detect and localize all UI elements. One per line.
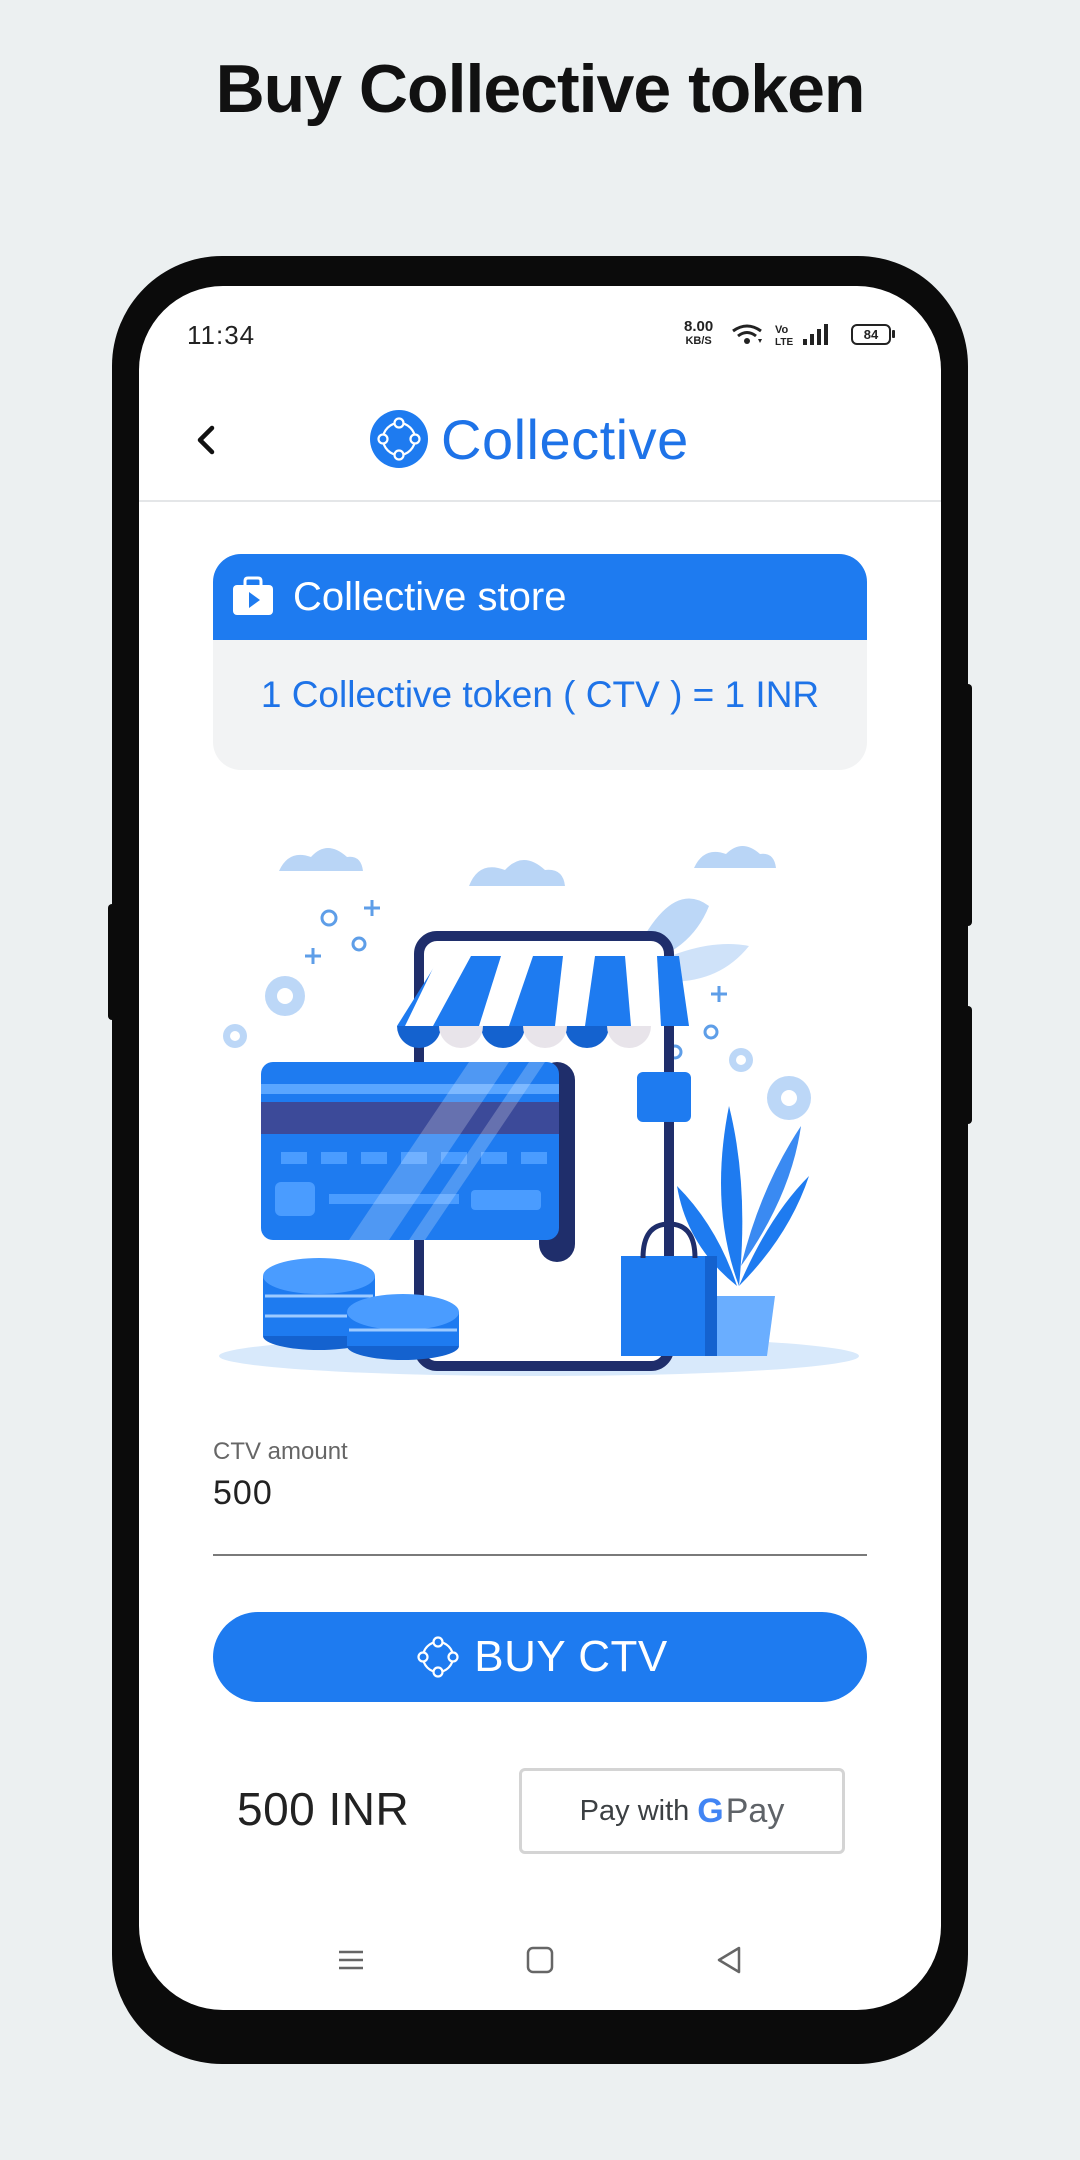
price-text: 500 INR [237,1783,410,1835]
brand-name: Collective [441,407,689,471]
system-nav-bar [139,1930,941,1990]
status-icons: Vo LTE [732,324,828,348]
signal-icon [803,324,828,345]
network-speed: 8.00 KB/S [684,318,714,348]
back-icon[interactable] [709,1940,749,1980]
collective-logo-icon [417,1636,459,1678]
phone-side-button-right-top [962,684,972,926]
status-bar: 11:34 8.00 KB/S Vo LTE 84 [139,286,941,372]
google-pay-button[interactable]: Pay with G Pay [519,1768,845,1854]
battery-tip [892,330,895,338]
exchange-rate: 1 Collective token ( CTV ) = 1 INR [260,674,820,715]
online-store-illustration [219,846,859,1376]
svg-text:LTE: LTE [775,337,793,348]
google-g-icon: G [697,1792,724,1830]
gpay-suffix: Pay [725,1791,785,1830]
network-speed-value: 8.00 [684,318,714,335]
store-title: Collective store [293,574,567,619]
app-bar: Collective [139,382,941,502]
store-card-header: Collective store [213,554,867,640]
battery-icon: 84 [851,324,891,345]
volte-icon: Vo LTE [775,324,793,348]
collective-logo-icon [370,410,428,468]
menu-icon[interactable] [331,1940,371,1980]
store-bag-icon [233,576,273,615]
gpay-prefix: Pay with [579,1794,690,1827]
promo-title: Buy Collective token [215,51,866,127]
phone-side-button-left [108,904,118,1020]
ctv-amount-field[interactable]: CTV amount 500 [213,1438,867,1556]
ctv-amount-label: CTV amount [213,1438,348,1465]
buy-ctv-label: BUY CTV [474,1632,668,1681]
network-speed-unit: KB/S [685,335,712,347]
phone-screen: 11:34 8.00 KB/S Vo LTE 84 Collective Col… [139,286,941,2010]
wifi-icon [732,324,762,344]
ctv-amount-input[interactable]: 500 [213,1474,273,1513]
status-time: 11:34 [187,320,256,350]
brand: Collective [369,404,689,474]
buy-ctv-button[interactable]: BUY CTV [213,1612,867,1702]
phone-side-button-right-bottom [962,1006,972,1124]
home-icon[interactable] [520,1940,560,1980]
store-card: Collective store 1 Collective token ( CT… [213,554,867,770]
chevron-left-icon[interactable] [179,412,235,468]
svg-text:Vo: Vo [775,324,789,336]
